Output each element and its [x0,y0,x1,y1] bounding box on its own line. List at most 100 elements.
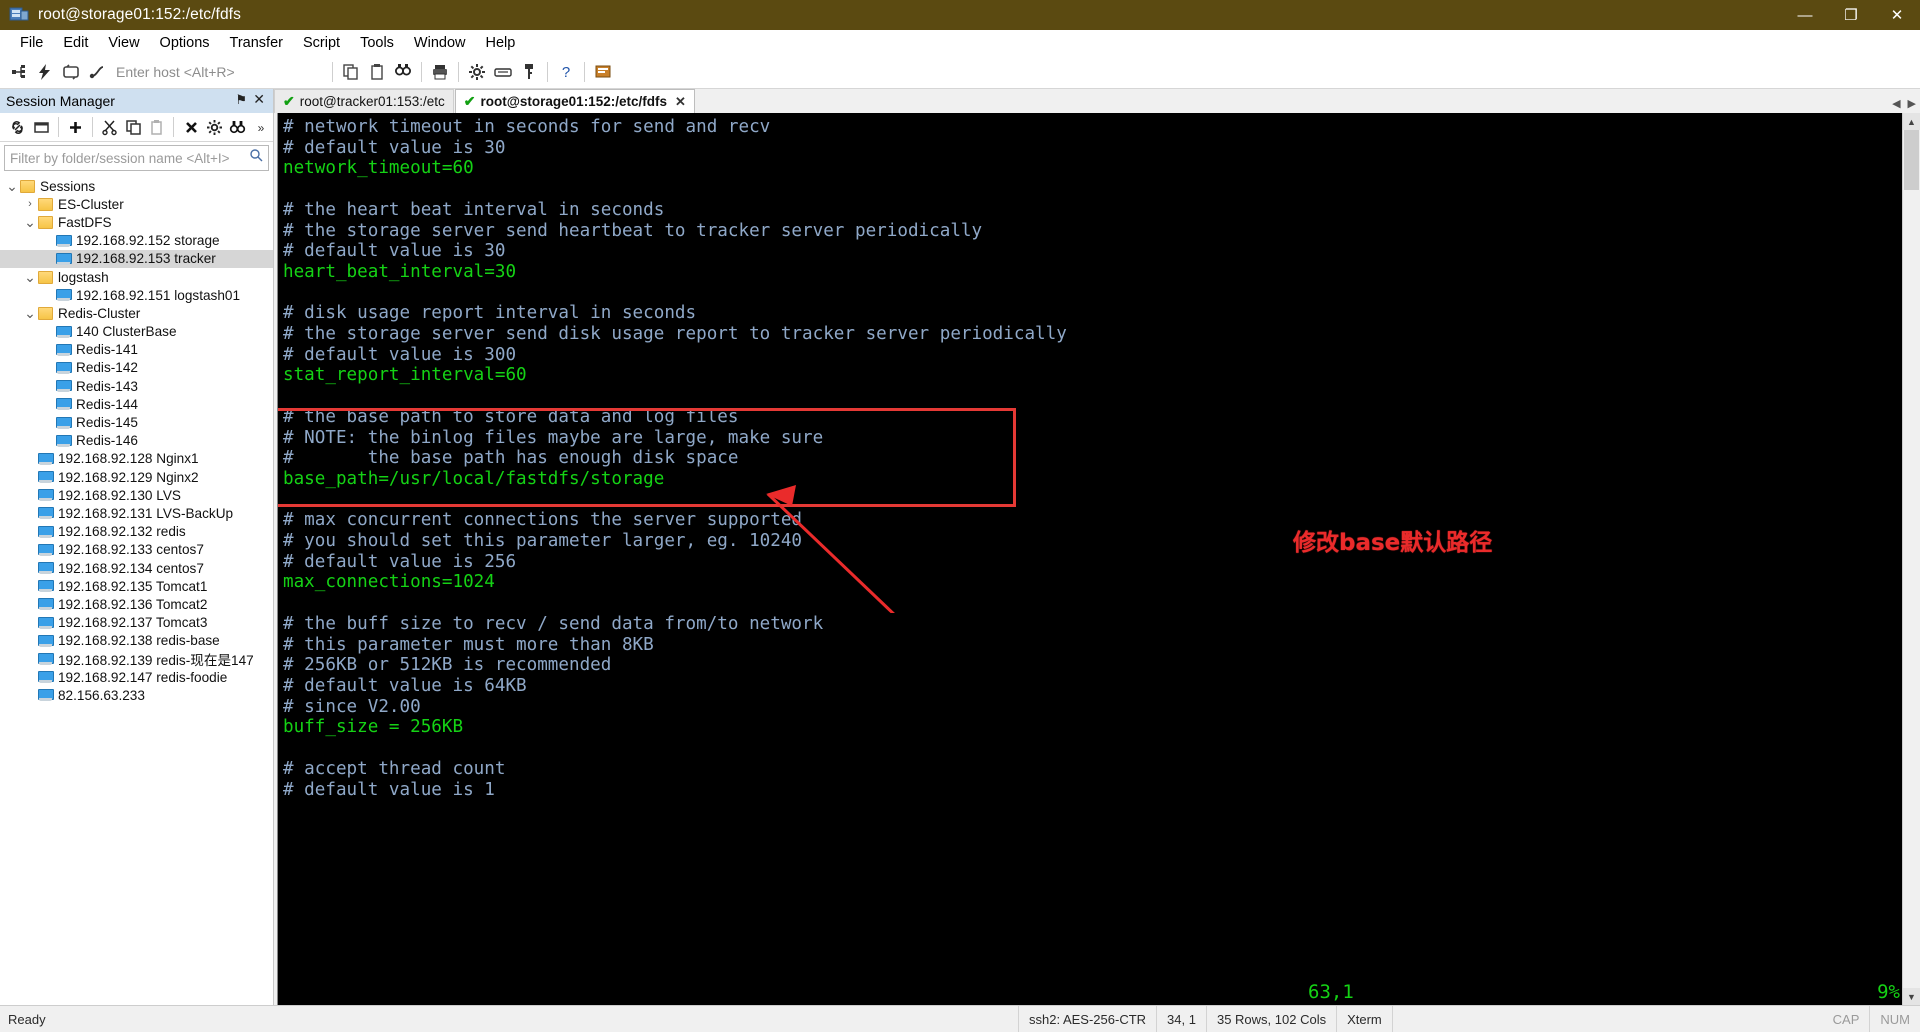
scroll-down-button[interactable]: ▼ [1903,988,1920,1005]
tree-session-row[interactable]: 192.168.92.133 centos7 [0,541,273,559]
search-icon[interactable] [249,148,263,162]
tree-session-row[interactable]: 192.168.92.139 redis-现在是147 [0,650,273,668]
menu-transfer[interactable]: Transfer [220,32,293,54]
tree-session-row[interactable]: 192.168.92.152 storage [0,232,273,250]
terminal-screen[interactable]: # network timeout in seconds for send an… [277,113,1920,1005]
tree-session-row[interactable]: 192.168.92.129 Nginx2 [0,468,273,486]
tree-folder-row[interactable]: › ES-Cluster [0,195,273,213]
tree-session-row[interactable]: 192.168.92.153 tracker [0,249,273,268]
tree-session-row[interactable]: 192.168.92.135 Tomcat1 [0,577,273,595]
cut-icon[interactable] [98,115,121,139]
tree-session-row[interactable]: 192.168.92.138 redis-base [0,632,273,650]
tree-session-row[interactable]: 192.168.92.151 logstash01 [0,286,273,304]
close-icon[interactable]: ✕ [253,91,265,108]
chevron-down-icon[interactable]: ⌄ [4,179,20,193]
tree-session-row[interactable]: Redis-142 [0,359,273,377]
tree-item-label: 192.168.92.135 Tomcat1 [58,578,208,594]
terminal-panel: ✔ root@tracker01:153:/etc ✔ root@storage01:… [274,89,1920,1005]
tab-scroll-left-icon[interactable]: ◀ [1892,97,1900,110]
session-manager-panel: Session Manager ⚑ ✕ » Filter by folder/s… [0,89,274,1005]
terminal-tab[interactable]: ✔ root@storage01:152:/etc/fdfs ✕ [454,89,695,113]
key-icon[interactable] [516,59,542,85]
menu-edit[interactable]: Edit [53,32,98,54]
connect-sftp-icon[interactable] [84,59,110,85]
quick-connect-icon[interactable] [32,59,58,85]
binoculars-icon[interactable] [226,115,249,139]
help-icon[interactable]: ? [553,59,579,85]
tree-folder-row[interactable]: ⌄ Sessions [0,177,273,195]
terminal-line: # this parameter must more than 8KB [283,634,654,655]
keymap-icon[interactable] [490,59,516,85]
annotation-text: 修改base默认路径 [1293,530,1493,556]
svg-text:»: » [257,121,264,135]
scroll-up-button[interactable]: ▲ [1903,113,1920,130]
close-button[interactable]: ✕ [1874,0,1920,30]
tree-session-row[interactable]: 82.156.63.233 [0,686,273,704]
session-tree[interactable]: ⌄ Sessions › ES-Cluster ⌄ FastDFS 192.168.92.1… [0,174,273,1005]
minimize-button[interactable]: — [1782,0,1828,30]
tree-session-row[interactable]: Redis-141 [0,341,273,359]
menu-options[interactable]: Options [150,32,220,54]
copy-icon[interactable] [122,115,145,139]
new-window-icon[interactable] [29,115,52,139]
paste-icon[interactable] [364,59,390,85]
tab-close-icon[interactable]: ✕ [675,94,686,110]
tree-session-row[interactable]: Redis-143 [0,377,273,395]
tree-session-row[interactable]: 192.168.92.131 LVS-BackUp [0,504,273,522]
settings-icon[interactable] [464,59,490,85]
chevron-down-icon[interactable]: ⌄ [22,215,38,229]
scrollbar-thumb[interactable] [1904,130,1919,190]
sm-separator-3 [173,117,175,137]
tree-session-row[interactable]: Redis-144 [0,395,273,413]
host-input[interactable]: Enter host <Alt+R> [116,64,321,80]
tree-item-label: 192.168.92.133 centos7 [58,542,204,558]
status-cursor: 34, 1 [1157,1006,1207,1032]
tree-folder-row[interactable]: ⌄ Redis-Cluster [0,304,273,322]
tree-session-row[interactable]: Redis-146 [0,432,273,450]
pin-icon[interactable]: ⚑ [235,92,247,108]
session-computer-icon [56,434,72,447]
tree-session-row[interactable]: 192.168.92.130 LVS [0,486,273,504]
add-icon[interactable] [64,115,87,139]
tree-session-row[interactable]: 192.168.92.147 redis-foodie [0,668,273,686]
terminal-line: # accept thread count [283,758,506,779]
tree-session-row[interactable]: 192.168.92.134 centos7 [0,559,273,577]
menu-tools[interactable]: Tools [350,32,404,54]
session-computer-icon [38,634,54,647]
paste-icon[interactable] [145,115,168,139]
menu-window[interactable]: Window [404,32,476,54]
menu-help[interactable]: Help [476,32,526,54]
tree-folder-row[interactable]: ⌄ logstash [0,268,273,286]
maximize-button[interactable]: ❐ [1828,0,1874,30]
chevron-down-icon[interactable]: ⌄ [22,306,38,320]
reconnect-icon[interactable] [58,59,84,85]
chat-icon[interactable] [590,59,616,85]
session-computer-icon [56,289,72,302]
chevron-down-icon[interactable]: ⌄ [22,270,38,284]
tree-folder-row[interactable]: ⌄ FastDFS [0,213,273,231]
tree-item-label: Sessions [40,178,96,194]
session-filter-input[interactable]: Filter by folder/session name <Alt+I> [4,145,269,171]
print-icon[interactable] [427,59,453,85]
tree-session-row[interactable]: 192.168.92.128 Nginx1 [0,450,273,468]
tree-session-row[interactable]: Redis-145 [0,413,273,431]
find-icon[interactable] [390,59,416,85]
more-icon[interactable]: » [250,115,273,139]
check-icon: ✔ [283,93,295,109]
tree-session-row[interactable]: 192.168.92.136 Tomcat2 [0,595,273,613]
menu-file[interactable]: File [10,32,53,54]
copy-icon[interactable] [338,59,364,85]
tree-session-row[interactable]: 192.168.92.132 redis [0,523,273,541]
menu-view[interactable]: View [98,32,149,54]
delete-icon[interactable] [179,115,202,139]
connect-icon[interactable] [6,59,32,85]
terminal-tab[interactable]: ✔ root@tracker01:153:/etc [274,89,454,113]
tree-session-row[interactable]: 140 ClusterBase [0,323,273,341]
chevron-right-icon[interactable]: › [22,198,38,210]
link-icon[interactable] [6,115,29,139]
tree-session-row[interactable]: 192.168.92.137 Tomcat3 [0,614,273,632]
properties-icon[interactable] [203,115,226,139]
terminal-scrollbar[interactable]: ▲ ▼ [1902,113,1920,1005]
tab-scroll-right-icon[interactable]: ▶ [1908,97,1916,110]
menu-script[interactable]: Script [293,32,350,54]
